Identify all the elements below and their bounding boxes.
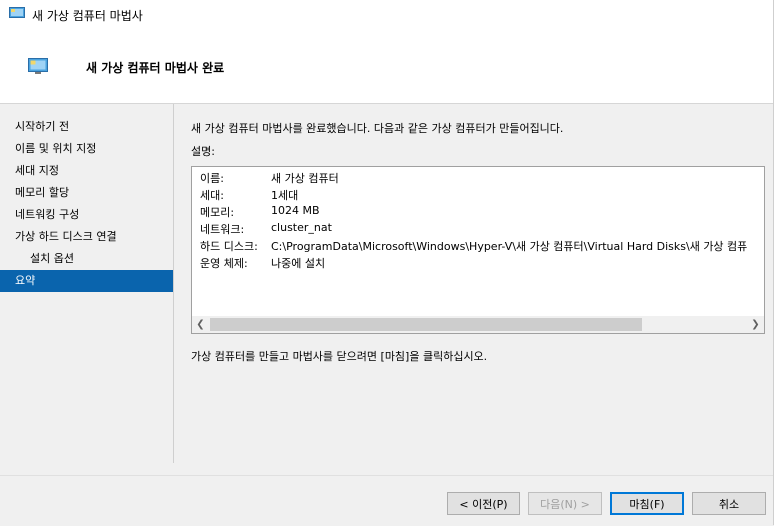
summary-value: 나중에 설치 [271, 257, 326, 270]
intro-text: 새 가상 컴퓨터 마법사를 완료했습니다. 다음과 같은 가상 컴퓨터가 만들어… [191, 122, 564, 135]
summary-value: 1세대 [271, 189, 299, 202]
summary-key: 메모리: [200, 206, 235, 219]
summary-value: cluster_nat [271, 221, 332, 234]
description-label: 설명: [191, 145, 215, 158]
step-virtual-hard-disk[interactable]: 가상 하드 디스크 연결 [0, 226, 173, 248]
step-generation[interactable]: 세대 지정 [0, 160, 173, 182]
button-bar: < 이전(P) 다음(N) > 마침(F) 취소 [0, 475, 774, 526]
chevron-right-icon[interactable]: ❯ [747, 316, 764, 333]
wizard-steps-nav: 시작하기 전 이름 및 위치 지정 세대 지정 메모리 할당 네트워킹 구성 가… [0, 116, 173, 292]
summary-key: 이름: [200, 172, 224, 185]
nav-divider [173, 104, 174, 463]
summary-value: 새 가상 컴퓨터 [271, 172, 339, 185]
hyperv-vm-icon [9, 7, 25, 18]
previous-button[interactable]: < 이전(P) [447, 492, 520, 515]
title-bar: 새 가상 컴퓨터 마법사 [0, 0, 774, 30]
step-installation-options[interactable]: 설치 옵션 [0, 248, 173, 270]
summary-key: 하드 디스크: [200, 240, 258, 253]
window-title: 새 가상 컴퓨터 마법사 [32, 9, 143, 23]
hyperv-vm-icon [28, 58, 48, 74]
step-memory[interactable]: 메모리 할당 [0, 182, 173, 204]
finish-button[interactable]: 마침(F) [610, 492, 684, 515]
cancel-button[interactable]: 취소 [692, 492, 766, 515]
summary-value: C:\ProgramData\Microsoft\Windows\Hyper-V… [271, 240, 748, 253]
horizontal-scrollbar[interactable]: ❮ ❯ [192, 316, 764, 333]
step-networking[interactable]: 네트워킹 구성 [0, 204, 173, 226]
summary-key: 세대: [200, 189, 224, 202]
scrollbar-thumb[interactable] [210, 318, 642, 331]
summary-value: 1024 MB [271, 204, 320, 217]
step-before-you-begin[interactable]: 시작하기 전 [0, 116, 173, 138]
summary-key: 네트워크: [200, 223, 245, 236]
next-button[interactable]: 다음(N) > [528, 492, 602, 515]
summary-key: 운영 체제: [200, 257, 248, 270]
step-summary[interactable]: 요약 [0, 270, 173, 292]
page-title: 새 가상 컴퓨터 마법사 완료 [86, 61, 225, 75]
chevron-left-icon[interactable]: ❮ [192, 316, 209, 333]
wizard-header: 새 가상 컴퓨터 마법사 완료 [0, 30, 774, 104]
wizard-body: 시작하기 전 이름 및 위치 지정 세대 지정 메모리 할당 네트워킹 구성 가… [0, 104, 774, 475]
finish-instruction: 가상 컴퓨터를 만들고 마법사를 닫으려면 [마침]을 클릭하십시오. [191, 350, 488, 363]
summary-textbox[interactable]: 이름: 새 가상 컴퓨터 세대: 1세대 메모리: 1024 MB 네트워크: … [191, 166, 765, 334]
step-name-and-location[interactable]: 이름 및 위치 지정 [0, 138, 173, 160]
